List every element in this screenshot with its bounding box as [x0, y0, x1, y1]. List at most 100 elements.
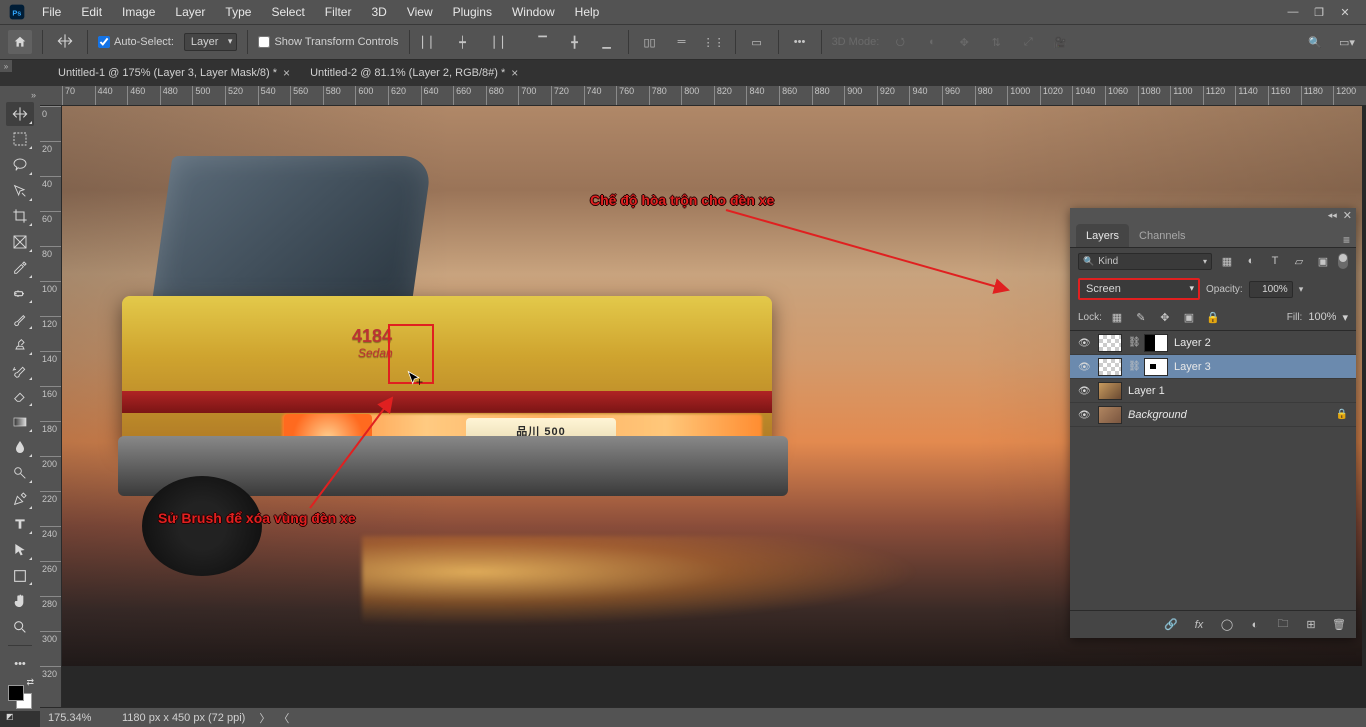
layer-visibility-toggle[interactable]	[1078, 337, 1092, 349]
dodge-tool[interactable]	[6, 461, 34, 485]
blend-mode-select[interactable]: Screen	[1078, 278, 1200, 300]
align-left-edges-icon[interactable]: ▏▏	[420, 31, 442, 53]
collapse-tools-icon[interactable]: »	[31, 90, 40, 100]
document-info[interactable]: 1180 px x 450 px (72 ppi)	[122, 712, 245, 724]
auto-select-target-select[interactable]: Layer	[184, 33, 238, 51]
frame-tool[interactable]	[6, 230, 34, 254]
eraser-tool[interactable]	[6, 384, 34, 408]
fill-dropdown-icon[interactable]: ▾	[1342, 311, 1348, 324]
menu-filter[interactable]: Filter	[315, 1, 362, 23]
layer-mask-link-icon[interactable]: ⛓	[1128, 337, 1138, 348]
menu-3d[interactable]: 3D	[361, 1, 396, 23]
link-layers-icon[interactable]: 🔗	[1162, 616, 1180, 634]
filter-type-icon[interactable]: T	[1266, 252, 1284, 270]
tool-preset-icon[interactable]	[53, 33, 77, 52]
menu-image[interactable]: Image	[112, 1, 165, 23]
channels-tab[interactable]: Channels	[1129, 224, 1195, 247]
layer-mask-thumbnail[interactable]	[1144, 358, 1168, 376]
swap-colors-icon[interactable]: ⇄	[26, 677, 34, 688]
distribute-horizontal-icon[interactable]: ▯▯	[639, 31, 661, 53]
menu-help[interactable]: Help	[565, 1, 610, 23]
opacity-input[interactable]: 100%	[1249, 281, 1293, 298]
document-tab-active[interactable]: Untitled-1 @ 175% (Layer 3, Layer Mask/8…	[48, 60, 300, 86]
path-selection-tool[interactable]	[6, 538, 34, 562]
menu-edit[interactable]: Edit	[71, 1, 112, 23]
layer-name[interactable]: Background	[1128, 409, 1187, 421]
menu-type[interactable]: Type	[215, 1, 261, 23]
lock-position-icon[interactable]: ✥	[1156, 308, 1174, 326]
layer-item[interactable]: Background🔒	[1070, 403, 1356, 427]
menu-layer[interactable]: Layer	[165, 1, 215, 23]
filter-smart-icon[interactable]: ▣	[1314, 252, 1332, 270]
menu-plugins[interactable]: Plugins	[443, 1, 502, 23]
crop-tool[interactable]	[6, 205, 34, 229]
expand-panels-handle[interactable]: »	[0, 60, 12, 72]
blur-tool[interactable]	[6, 436, 34, 460]
layer-visibility-toggle[interactable]	[1078, 409, 1092, 421]
color-swatches[interactable]: ⇄ ◩	[6, 683, 34, 711]
opacity-dropdown-icon[interactable]: ▾	[1299, 284, 1304, 295]
pen-tool[interactable]	[6, 487, 34, 511]
brush-tool[interactable]	[6, 307, 34, 331]
panel-menu-icon[interactable]: ≡	[1343, 233, 1350, 247]
layer-visibility-toggle[interactable]	[1078, 385, 1092, 397]
layer-thumbnail[interactable]	[1098, 358, 1122, 376]
align-to-icon[interactable]: ▭	[746, 31, 768, 53]
horizontal-ruler[interactable]: 7044046048050052054056058060062064066068…	[40, 86, 1366, 106]
history-brush-tool[interactable]	[6, 359, 34, 383]
marquee-tool[interactable]	[6, 128, 34, 152]
window-minimize-button[interactable]: —	[1280, 2, 1306, 22]
lock-artboard-icon[interactable]: ▣	[1180, 308, 1198, 326]
zoom-level[interactable]: 175.34%	[48, 712, 108, 724]
close-tab-icon[interactable]: ×	[283, 66, 290, 80]
layer-name[interactable]: Layer 3	[1174, 361, 1211, 373]
more-options-icon[interactable]: •••	[789, 31, 811, 53]
default-colors-icon[interactable]: ◩	[6, 712, 14, 721]
fill-input[interactable]: 100%	[1308, 311, 1336, 323]
close-panel-icon[interactable]: ✕	[1343, 209, 1352, 222]
shape-tool[interactable]	[6, 564, 34, 588]
healing-brush-tool[interactable]	[6, 282, 34, 306]
lasso-tool[interactable]	[6, 153, 34, 177]
distribute-spacing-icon[interactable]: ⋮⋮	[703, 31, 725, 53]
layer-item[interactable]: Layer 1	[1070, 379, 1356, 403]
layer-thumbnail[interactable]	[1098, 334, 1122, 352]
new-group-icon[interactable]: 🗀	[1274, 616, 1292, 634]
add-mask-icon[interactable]: ◯	[1218, 616, 1236, 634]
layer-visibility-toggle[interactable]	[1078, 361, 1092, 373]
eyedropper-tool[interactable]	[6, 256, 34, 280]
distribute-vertical-icon[interactable]: ═	[671, 31, 693, 53]
auto-select-checkbox[interactable]: Auto-Select:	[98, 36, 174, 48]
document-tab[interactable]: Untitled-2 @ 81.1% (Layer 2, RGB/8#) * ×	[300, 60, 528, 86]
delete-layer-icon[interactable]: 🗑	[1330, 616, 1348, 634]
workspace-switcher-icon[interactable]: ▭▾	[1336, 31, 1358, 53]
hand-tool[interactable]	[6, 589, 34, 613]
status-prev-icon[interactable]: 〈	[278, 710, 289, 726]
layer-mask-link-icon[interactable]: ⛓	[1128, 361, 1138, 372]
layers-tab[interactable]: Layers	[1076, 224, 1129, 247]
lock-all-icon[interactable]: 🔒	[1204, 308, 1222, 326]
lock-transparency-icon[interactable]: ▦	[1108, 308, 1126, 326]
zoom-tool[interactable]	[6, 615, 34, 639]
lock-image-icon[interactable]: ✎	[1132, 308, 1150, 326]
layer-name[interactable]: Layer 2	[1174, 337, 1211, 349]
close-tab-icon[interactable]: ×	[511, 66, 518, 80]
layer-mask-thumbnail[interactable]	[1144, 334, 1168, 352]
menu-file[interactable]: File	[32, 1, 71, 23]
search-icon[interactable]: 🔍	[1304, 31, 1326, 53]
layer-item[interactable]: ⛓ Layer 2	[1070, 331, 1356, 355]
align-vertical-centers-icon[interactable]: ╋	[564, 31, 586, 53]
menu-window[interactable]: Window	[502, 1, 565, 23]
home-button[interactable]	[8, 30, 32, 54]
align-horizontal-centers-icon[interactable]: ┿	[452, 31, 474, 53]
menu-view[interactable]: View	[397, 1, 443, 23]
window-restore-button[interactable]: ❐	[1306, 2, 1332, 22]
new-layer-icon[interactable]: ⊞	[1302, 616, 1320, 634]
edit-toolbar-icon[interactable]: •••	[6, 652, 34, 676]
align-bottom-edges-icon[interactable]: ▁	[596, 31, 618, 53]
layer-thumbnail[interactable]	[1098, 406, 1122, 424]
window-close-button[interactable]: ✕	[1332, 2, 1358, 22]
adjustment-layer-icon[interactable]: ◐	[1246, 616, 1264, 634]
filter-shape-icon[interactable]: ▱	[1290, 252, 1308, 270]
status-next-icon[interactable]: 〉	[259, 710, 270, 726]
